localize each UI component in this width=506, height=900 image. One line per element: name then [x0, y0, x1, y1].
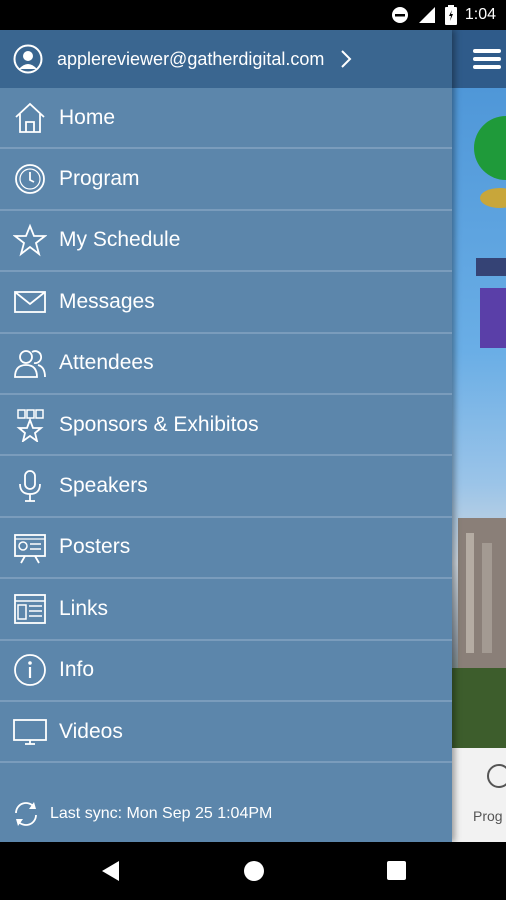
account-header[interactable]: applereviewer@gatherdigital.com [0, 30, 452, 88]
sponsor-star-icon [12, 407, 48, 443]
sync-icon [12, 800, 40, 828]
menu-item-posters[interactable]: Posters [0, 518, 452, 580]
account-email: applereviewer@gatherdigital.com [57, 48, 325, 69]
menu-item-my-schedule[interactable]: My Schedule [0, 211, 452, 273]
menu-item-sponsors[interactable]: Sponsors & Exhibitos [0, 395, 452, 457]
star-icon [12, 222, 48, 258]
menu-label-videos: Videos [59, 719, 123, 743]
microphone-icon [12, 468, 48, 504]
menu-label-links: Links [59, 596, 109, 620]
menu-label-sponsors: Sponsors & Exhibitos [59, 412, 259, 436]
background-toolbar [452, 30, 506, 88]
event-banner-image [452, 88, 506, 748]
links-icon [12, 591, 48, 627]
menu-label-posters: Posters [59, 535, 131, 559]
menu-item-attendees[interactable]: Attendees [0, 334, 452, 395]
menu-item-messages[interactable]: Messages [0, 272, 452, 334]
status-time: 1:04 [464, 6, 496, 23]
back-icon[interactable] [101, 860, 121, 882]
menu-item-program[interactable]: Program [0, 149, 452, 211]
menu-label-info: Info [59, 658, 95, 682]
status-icons: 1:04 [391, 5, 496, 25]
drawer-menu: Home Program My Schedule Messages Attend… [0, 88, 452, 764]
menu-item-videos[interactable]: Videos [0, 702, 452, 764]
signal-icon [417, 6, 437, 24]
chevron-right-icon [340, 49, 352, 69]
menu-item-speakers[interactable]: Speakers [0, 456, 452, 518]
navigation-drawer: applereviewer@gatherdigital.com Home Pro… [0, 30, 452, 842]
recents-square-icon[interactable] [387, 861, 406, 880]
sync-bar[interactable]: Last sync: Mon Sep 25 1:04PM [0, 785, 452, 842]
menu-label-speakers: Speakers [59, 474, 148, 498]
account-avatar-icon [13, 44, 43, 74]
program-tab-label: Prog [473, 808, 503, 824]
envelope-icon [12, 284, 48, 320]
info-icon [12, 652, 48, 688]
background-app: Prog [452, 30, 506, 842]
home-icon [12, 100, 48, 136]
monitor-icon [12, 714, 48, 750]
people-icon [12, 345, 48, 381]
menu-label-program: Program [59, 167, 140, 191]
home-circle-icon[interactable] [243, 860, 265, 882]
battery-icon [444, 5, 457, 25]
background-bottom-tab[interactable]: Prog [452, 748, 506, 842]
menu-label-attendees: Attendees [59, 351, 154, 375]
menu-item-info[interactable]: Info [0, 641, 452, 702]
last-sync-text: Last sync: Mon Sep 25 1:04PM [50, 804, 273, 822]
system-navigation-bar [0, 842, 506, 900]
poster-icon [12, 529, 48, 565]
menu-item-links[interactable]: Links [0, 579, 452, 641]
menu-label-messages: Messages [59, 289, 155, 313]
menu-item-home[interactable]: Home [0, 88, 452, 150]
program-tab-icon [485, 762, 506, 790]
clock-icon [12, 161, 48, 197]
do-not-disturb-icon [391, 6, 409, 24]
menu-label-my-schedule: My Schedule [59, 228, 181, 252]
status-bar: 1:04 [0, 0, 506, 30]
hamburger-menu-icon[interactable] [473, 48, 501, 70]
menu-label-home: Home [59, 105, 116, 129]
